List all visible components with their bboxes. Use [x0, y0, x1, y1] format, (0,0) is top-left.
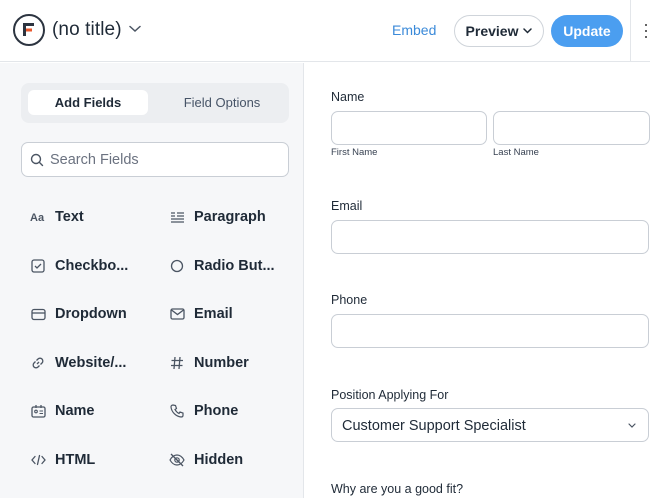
field-email[interactable]: Email: [169, 301, 233, 327]
search-fields-input[interactable]: [50, 150, 280, 170]
last-name-input[interactable]: [493, 111, 650, 145]
position-label: Position Applying For: [331, 388, 449, 402]
radio-icon: [169, 258, 185, 274]
field-number[interactable]: Number: [169, 350, 249, 376]
search-icon: [30, 153, 44, 167]
dropdown-icon: [30, 306, 46, 322]
form-title[interactable]: (no title): [52, 19, 122, 41]
position-select[interactable]: Customer Support Specialist: [331, 408, 649, 442]
field-label: Website/...: [55, 355, 127, 371]
field-radio[interactable]: Radio But...: [169, 253, 275, 279]
field-hidden[interactable]: Hidden: [169, 447, 243, 473]
fields-sidebar: Add Fields Field Options Aa Text Checkbo…: [0, 63, 304, 498]
paragraph-icon: [169, 209, 185, 225]
name-label: Name: [331, 90, 365, 104]
position-selected-value: Customer Support Specialist: [342, 418, 526, 434]
field-label: Email: [194, 306, 233, 322]
field-label: Number: [194, 355, 249, 371]
chevron-down-icon[interactable]: [129, 25, 141, 33]
first-name-sublabel: First Name: [331, 147, 378, 158]
field-label: Paragraph: [194, 209, 266, 225]
good-fit-label: Why are you a good fit?: [331, 482, 464, 496]
email-icon: [169, 306, 185, 322]
hash-icon: [169, 355, 185, 371]
text-icon: Aa: [30, 209, 46, 225]
header-divider: [630, 0, 631, 62]
field-name[interactable]: Name: [30, 398, 95, 424]
field-label: Hidden: [194, 452, 244, 468]
update-button[interactable]: Update: [551, 15, 623, 47]
field-paragraph[interactable]: Paragraph: [169, 204, 266, 230]
field-label: Dropdown: [55, 306, 127, 322]
embed-button[interactable]: Embed: [392, 22, 436, 38]
code-icon: [30, 452, 46, 468]
email-label: Email: [331, 199, 363, 213]
svg-text:Aa: Aa: [30, 212, 45, 223]
field-label: Name: [55, 403, 95, 419]
last-name-sublabel: Last Name: [493, 147, 539, 158]
preview-button[interactable]: Preview: [454, 15, 544, 47]
field-dropdown[interactable]: Dropdown: [30, 301, 127, 327]
eye-off-icon: [169, 452, 185, 468]
name-card-icon: [30, 403, 46, 419]
phone-label: Phone: [331, 293, 368, 307]
formidable-logo-icon[interactable]: [13, 14, 45, 46]
field-checkbox[interactable]: Checkbo...: [30, 253, 128, 279]
phone-icon: [169, 403, 185, 419]
field-label: Text: [55, 209, 84, 225]
field-label: Radio But...: [194, 258, 275, 274]
tab-field-options[interactable]: Field Options: [162, 90, 282, 115]
field-text[interactable]: Aa Text: [30, 204, 84, 230]
field-website[interactable]: Website/...: [30, 350, 126, 376]
field-phone[interactable]: Phone: [169, 398, 238, 424]
chevron-down-icon: [523, 28, 533, 34]
tab-add-fields[interactable]: Add Fields: [28, 90, 148, 115]
first-name-input[interactable]: [331, 111, 487, 145]
chevron-down-icon: [628, 423, 636, 428]
phone-input[interactable]: [331, 314, 649, 348]
field-html[interactable]: HTML: [30, 447, 95, 473]
more-vertical-icon[interactable]: [645, 24, 648, 38]
top-bar: (no title) Embed Preview Update: [0, 0, 650, 62]
field-label: Phone: [194, 403, 239, 419]
search-box: [21, 142, 289, 177]
field-label: Checkbo...: [55, 258, 129, 274]
email-input[interactable]: [331, 220, 649, 254]
link-icon: [30, 355, 46, 371]
form-canvas: Name First Name Last Name Email Phone Po…: [305, 63, 650, 498]
checkbox-icon: [30, 258, 46, 274]
sidebar-tabs: Add Fields Field Options: [21, 83, 289, 123]
preview-label: Preview: [465, 23, 519, 39]
field-label: HTML: [55, 452, 96, 468]
